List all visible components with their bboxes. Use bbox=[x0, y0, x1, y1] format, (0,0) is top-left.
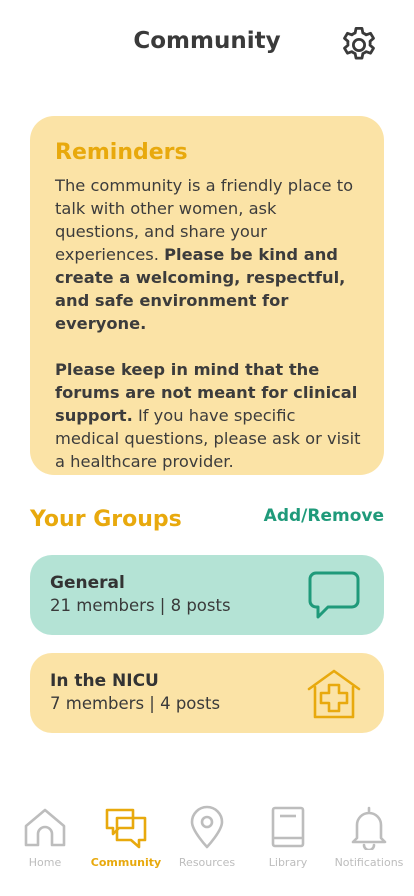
group-card-general[interactable]: General 21 members | 8 posts bbox=[30, 555, 384, 635]
tab-community[interactable]: Community bbox=[85, 804, 167, 876]
add-remove-groups-button[interactable]: Add/Remove bbox=[264, 506, 384, 526]
reminders-title: Reminders bbox=[55, 140, 188, 165]
tab-notifications[interactable]: Notifications bbox=[328, 804, 410, 876]
bell-icon bbox=[351, 806, 387, 850]
tab-resources[interactable]: Resources bbox=[166, 804, 248, 876]
tab-label: Resources bbox=[178, 856, 236, 869]
tab-label: Notifications bbox=[334, 856, 404, 869]
your-groups-title: Your Groups bbox=[30, 507, 182, 532]
book-icon bbox=[271, 806, 305, 848]
group-card-nicu[interactable]: In the NICU 7 members | 4 posts bbox=[30, 653, 384, 733]
reminders-body: The community is a friendly place to tal… bbox=[55, 174, 362, 473]
location-pin-icon bbox=[190, 805, 224, 849]
tab-label: Home bbox=[28, 856, 62, 869]
reminders-card: Reminders The community is a friendly pl… bbox=[30, 116, 384, 475]
header: Community bbox=[0, 0, 414, 90]
community-chat-icon bbox=[105, 808, 147, 849]
settings-button[interactable] bbox=[336, 24, 382, 66]
tab-label: Community bbox=[90, 856, 162, 869]
community-screen: Community Reminders The community is a f… bbox=[0, 0, 414, 896]
hospital-icon bbox=[307, 669, 361, 719]
tab-label: Library bbox=[268, 856, 308, 869]
chat-bubble-icon bbox=[308, 571, 360, 619]
tab-home[interactable]: Home bbox=[4, 804, 86, 876]
tab-library[interactable]: Library bbox=[247, 804, 329, 876]
bottom-tab-bar: Home Community Resources Library Notific… bbox=[0, 798, 414, 896]
gear-icon bbox=[343, 26, 375, 60]
home-icon bbox=[24, 808, 66, 847]
